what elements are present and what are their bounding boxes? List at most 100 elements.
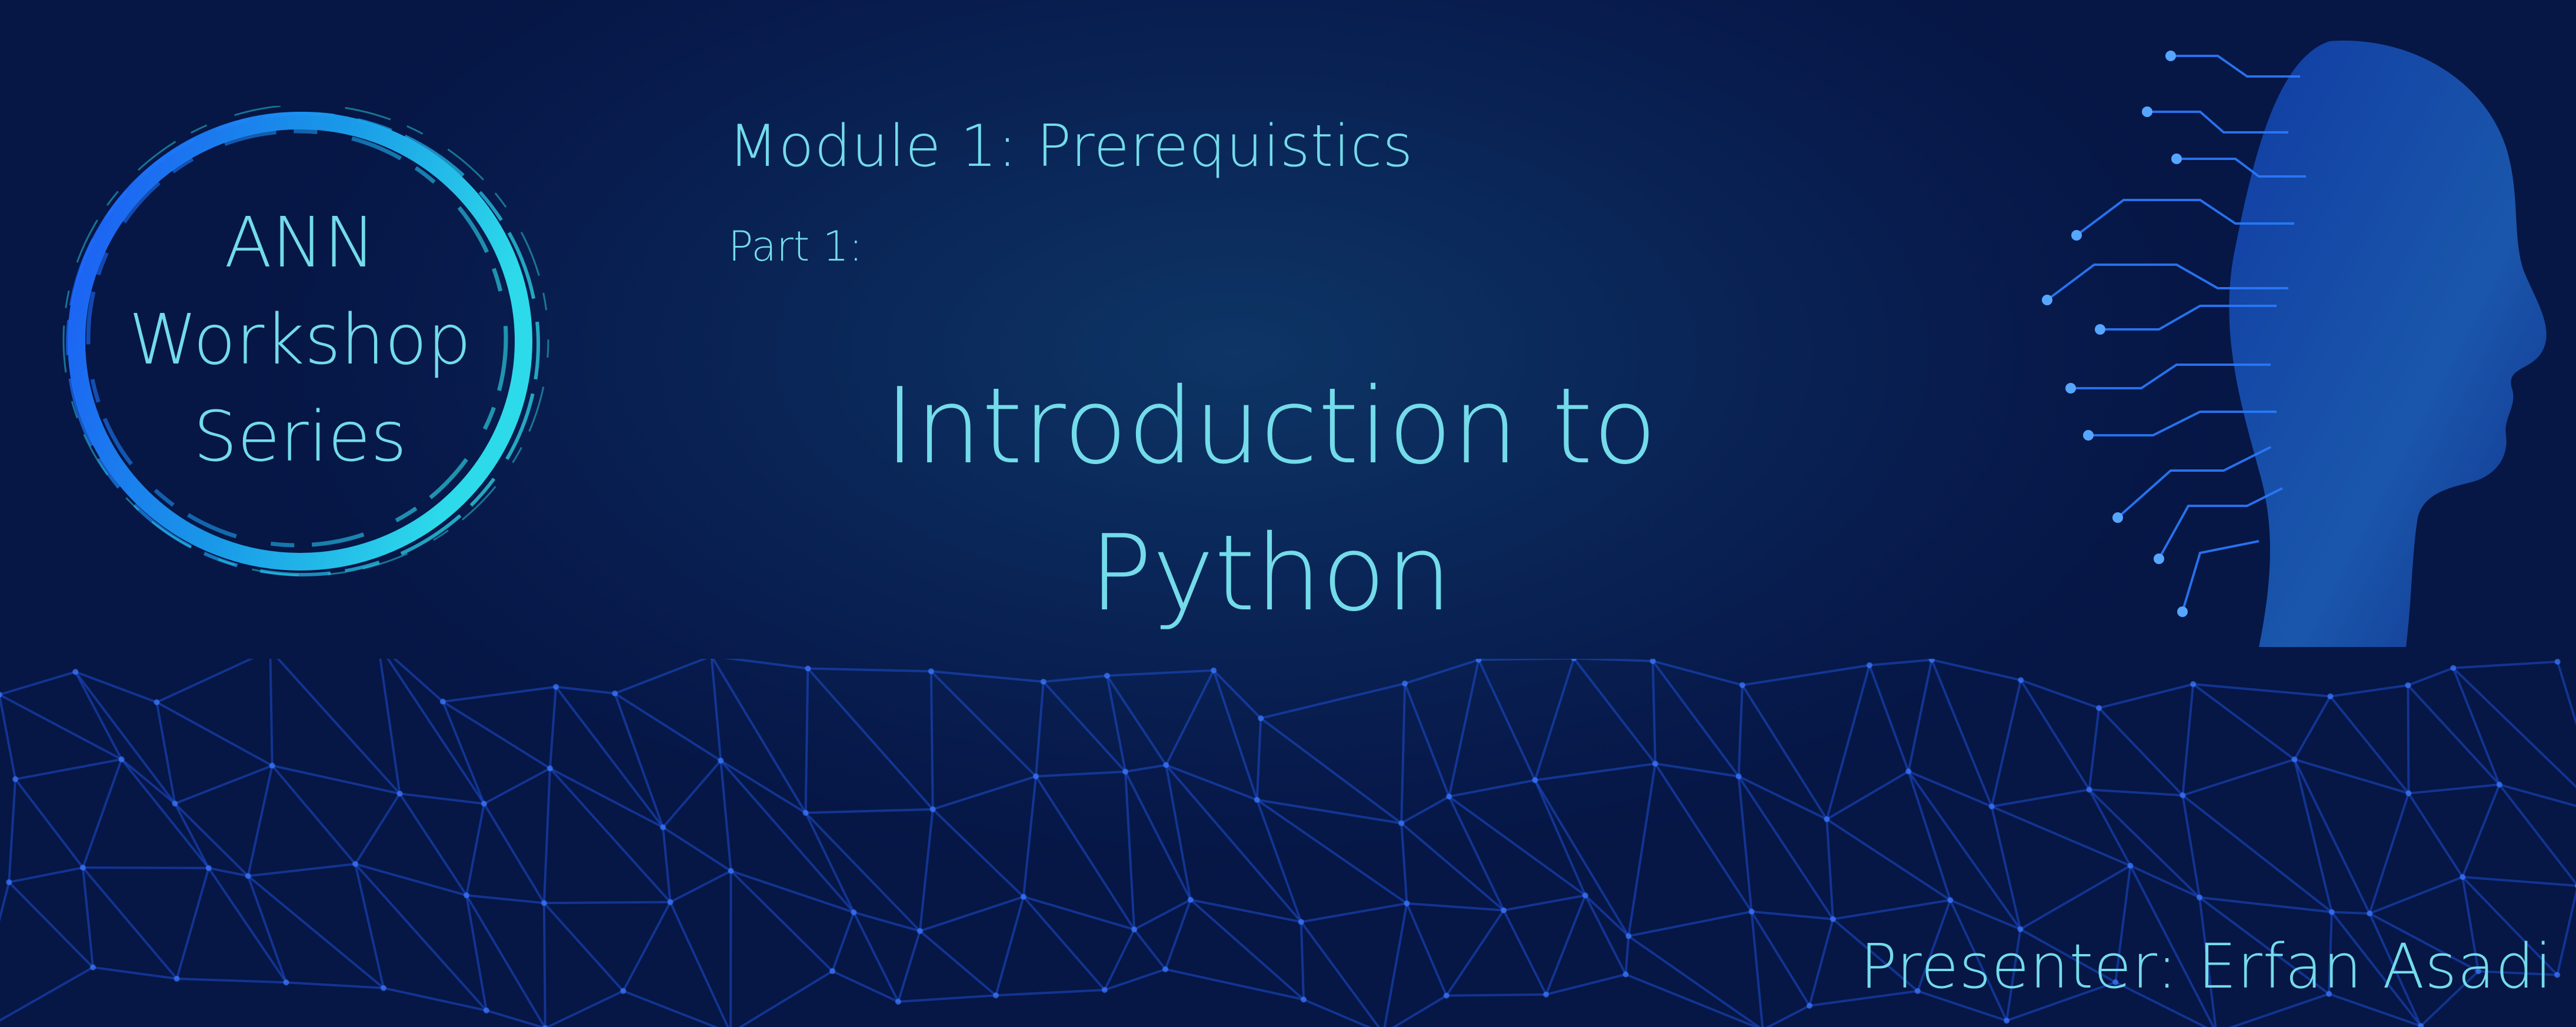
mesh-edge xyxy=(1448,659,1480,797)
mesh-edge xyxy=(548,686,557,769)
mesh-edge xyxy=(1407,902,1504,912)
mesh-edge xyxy=(1765,1005,1810,1027)
circuit-node xyxy=(2065,383,2076,394)
mesh-node xyxy=(1748,908,1755,915)
mesh-node xyxy=(1807,1002,1813,1009)
mesh-edge xyxy=(0,966,94,1022)
mesh-node xyxy=(2496,781,2502,788)
mesh-edge xyxy=(1257,798,1402,825)
mesh-edge xyxy=(1832,899,1951,921)
mesh-edge xyxy=(1825,819,1834,919)
circuit-trace xyxy=(2171,55,2300,78)
mesh-edge xyxy=(1869,659,1932,666)
mesh-node xyxy=(174,975,180,982)
mesh-node xyxy=(1652,761,1658,767)
mesh-edge xyxy=(1446,993,1547,997)
mesh-edge xyxy=(156,659,254,703)
mesh-node xyxy=(1398,820,1405,826)
mesh-edge xyxy=(1299,922,1305,1000)
mesh-edge xyxy=(2088,789,2201,899)
mesh-node xyxy=(2018,677,2024,683)
mesh-edge xyxy=(15,758,122,781)
mesh-edge xyxy=(2182,758,2295,797)
mesh-node xyxy=(205,865,212,871)
mesh-node xyxy=(1163,762,1169,768)
mesh-node xyxy=(1101,986,1108,993)
mesh-edge xyxy=(465,803,485,896)
mesh-edge xyxy=(622,901,672,992)
mesh-node xyxy=(2096,705,2102,711)
mesh-edge xyxy=(121,758,176,805)
mesh-edge xyxy=(1502,909,1548,995)
mesh-node xyxy=(929,806,936,812)
mesh-edge xyxy=(442,685,556,703)
mesh-edge xyxy=(1478,659,1574,661)
mesh-node xyxy=(352,861,359,867)
mesh-edge xyxy=(1255,718,1262,800)
mesh-edge xyxy=(544,901,671,905)
mesh-node xyxy=(1582,892,1588,899)
mesh-edge xyxy=(82,759,123,868)
mesh-node xyxy=(718,758,724,764)
mesh-node xyxy=(2328,909,2335,915)
circuit-head-icon xyxy=(2042,41,2547,647)
mesh-edge xyxy=(269,659,274,766)
mesh-edge xyxy=(174,764,273,805)
mesh-node xyxy=(2554,659,2561,665)
mesh-edge xyxy=(92,966,177,980)
mesh-node xyxy=(2554,972,2561,978)
mesh-node xyxy=(1824,816,1830,822)
mesh-edge xyxy=(1534,779,1630,937)
mesh-edge xyxy=(2461,784,2501,878)
mesh-edge xyxy=(2452,667,2501,785)
mesh-node xyxy=(2197,894,2203,901)
mesh-edge xyxy=(2369,876,2463,915)
mesh-node xyxy=(1905,768,1912,775)
mesh-edge xyxy=(1303,998,1371,1027)
circuit-trace xyxy=(2181,540,2260,612)
mesh-edge xyxy=(8,881,94,968)
mesh-edge xyxy=(1808,919,1834,1006)
mesh-edge xyxy=(1737,775,1834,920)
mesh-node xyxy=(546,765,553,772)
mesh-edge xyxy=(805,808,933,814)
mesh-edge xyxy=(246,765,274,876)
mesh-edge xyxy=(1035,770,1126,778)
mesh-node xyxy=(72,669,79,675)
mesh-edge xyxy=(852,912,899,1002)
mesh-node xyxy=(2127,862,2134,869)
mesh-edge xyxy=(669,869,732,903)
mesh-edge xyxy=(719,760,732,871)
mesh-node xyxy=(1187,896,1194,903)
mesh-node xyxy=(1947,897,1954,903)
mesh-node xyxy=(172,801,178,807)
mesh-edge xyxy=(807,668,934,811)
mesh-edge xyxy=(1035,775,1135,931)
mesh-edge xyxy=(1825,665,1871,820)
mesh-edge xyxy=(1737,776,1753,912)
mesh-node xyxy=(1625,933,1632,939)
mesh-node xyxy=(380,985,386,991)
mesh-node xyxy=(541,900,547,906)
mesh-edge xyxy=(2462,876,2576,887)
mesh-edge xyxy=(662,826,732,872)
mesh-edge xyxy=(442,701,551,769)
mesh-edge xyxy=(1628,935,1761,1027)
mesh-edge xyxy=(1165,765,1192,901)
badge-line-ann: ANN xyxy=(224,202,376,283)
mesh-edge xyxy=(662,759,722,828)
mesh-node xyxy=(12,776,19,782)
mesh-edge xyxy=(81,867,94,968)
mesh-edge xyxy=(549,767,671,903)
mesh-edge xyxy=(483,767,551,805)
mesh-edge xyxy=(1022,896,1106,991)
mesh-edge xyxy=(1383,903,1408,1027)
badge-line-workshop: Workshop xyxy=(128,299,472,380)
mesh-edge xyxy=(711,659,807,813)
mesh-node xyxy=(895,999,901,1005)
mesh-node xyxy=(1622,971,1629,978)
mesh-edge xyxy=(1534,659,1575,781)
mesh-node xyxy=(553,683,559,690)
mesh-edge xyxy=(354,793,401,865)
badge-line-series: Series xyxy=(193,396,407,477)
